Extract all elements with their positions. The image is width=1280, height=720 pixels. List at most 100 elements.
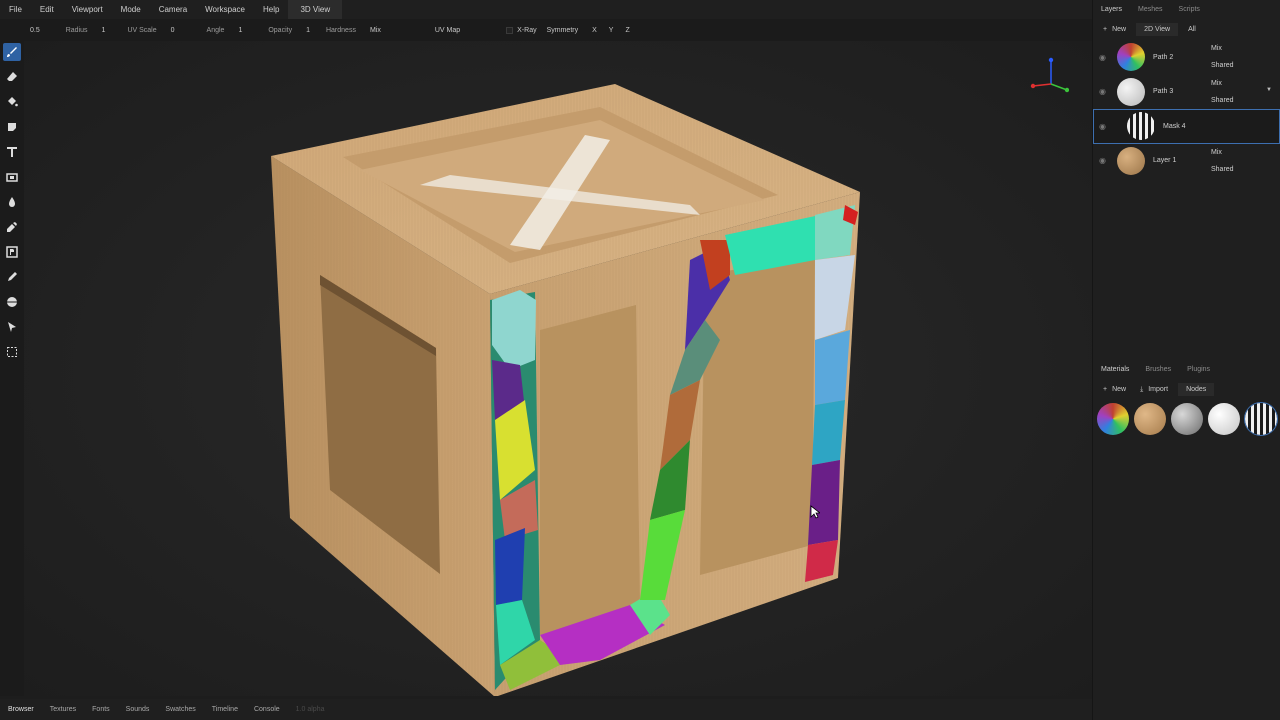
new-layer-button[interactable]: + New xyxy=(1099,23,1130,36)
tab-materials[interactable]: Materials xyxy=(1093,366,1137,373)
tab-console[interactable]: Console xyxy=(246,706,288,713)
angle-label: Angle xyxy=(206,26,225,34)
tab-meshes[interactable]: Meshes xyxy=(1130,6,1171,13)
material-swatch[interactable] xyxy=(1208,403,1240,435)
version-label: 1.0 alpha xyxy=(295,706,325,713)
menu-file[interactable]: File xyxy=(0,5,31,14)
xray-label: X-Ray xyxy=(517,26,537,34)
layer-row[interactable]: ◉ Path 3 Mix Shared ▼ xyxy=(1093,75,1280,110)
tab-fonts[interactable]: Fonts xyxy=(84,706,118,713)
fill-icon[interactable] xyxy=(3,93,21,111)
layer-thumbnail xyxy=(1117,146,1145,175)
import-material-button[interactable]: ⤓ Import xyxy=(1136,383,1172,397)
smudge-icon[interactable] xyxy=(3,218,21,236)
plus-icon: + xyxy=(1103,26,1108,33)
material-swatch[interactable] xyxy=(1171,403,1203,435)
materials-panel: Materials Brushes Plugins + New ⤓ Import N… xyxy=(1093,360,1280,436)
layer-thumbnail xyxy=(1117,43,1145,72)
import-icon: ⤓ xyxy=(1140,385,1144,393)
brush-icon[interactable] xyxy=(3,43,21,61)
layer-mode-select[interactable]: Shared xyxy=(1211,62,1234,69)
uv-scale-value[interactable]: 0 xyxy=(171,27,175,34)
menu-edit[interactable]: Edit xyxy=(31,5,63,14)
opacity-value[interactable]: 1 xyxy=(306,27,310,34)
clone-icon[interactable] xyxy=(3,168,21,186)
materials-toolbar: + New ⤓ Import Nodes xyxy=(1093,379,1280,400)
decal-icon[interactable] xyxy=(3,118,21,136)
filter-all-select[interactable]: All xyxy=(1184,23,1200,36)
tab-swatches[interactable]: Swatches xyxy=(157,706,203,713)
visibility-eye-icon[interactable]: ◉ xyxy=(1099,87,1113,96)
visibility-eye-icon[interactable]: ◉ xyxy=(1099,122,1113,131)
material-swatch[interactable] xyxy=(1244,402,1278,436)
new-material-button[interactable]: + New xyxy=(1099,383,1130,396)
uv-map-select[interactable]: UV Map xyxy=(435,27,460,34)
select-rect-icon[interactable] xyxy=(3,343,21,361)
tab-layers[interactable]: Layers xyxy=(1093,6,1130,13)
menu-viewport[interactable]: Viewport xyxy=(63,5,112,14)
layer-blend-select[interactable]: Mix xyxy=(1211,149,1222,156)
layer-list: ◉ Path 2 Mix Shared ◉ Path 3 Mix Shared ▼ … xyxy=(1093,40,1280,178)
layer-name[interactable]: Path 3 xyxy=(1153,88,1173,95)
eraser-icon[interactable] xyxy=(3,68,21,86)
3d-viewport[interactable] xyxy=(24,41,1092,697)
2d-view-button[interactable]: 2D View xyxy=(1136,23,1179,36)
symmetry-label: Symmetry xyxy=(546,26,579,34)
tab-browser[interactable]: Browser xyxy=(0,706,42,713)
material-swatch[interactable] xyxy=(1097,403,1129,435)
menu-bar: File Edit Viewport Mode Camera Workspace… xyxy=(0,0,1092,19)
tab-3d-view[interactable]: 3D View xyxy=(288,0,343,19)
tab-scripts[interactable]: Scripts xyxy=(1171,6,1208,13)
brush-size-value[interactable]: 0.5 xyxy=(30,27,40,34)
nodes-button[interactable]: Nodes xyxy=(1178,383,1215,396)
tab-brushes[interactable]: Brushes xyxy=(1137,366,1179,373)
layer-thumbnail xyxy=(1117,77,1145,106)
material-list xyxy=(1093,400,1280,436)
blend-select[interactable]: Mix xyxy=(370,27,381,34)
tab-plugins[interactable]: Plugins xyxy=(1179,366,1218,373)
menu-help[interactable]: Help xyxy=(254,5,288,14)
new-material-label: New xyxy=(1112,386,1127,393)
visibility-eye-icon[interactable]: ◉ xyxy=(1099,53,1113,62)
layer-blend-select[interactable]: Mix xyxy=(1211,80,1222,87)
symmetry-z-toggle[interactable]: Z xyxy=(625,27,629,34)
layer-name[interactable]: Mask 4 xyxy=(1163,123,1186,130)
opacity-label: Opacity xyxy=(268,26,293,34)
symmetry-x-toggle[interactable]: X xyxy=(592,27,597,34)
bottom-tabs: Browser Textures Fonts Sounds Swatches T… xyxy=(0,699,1092,720)
menu-mode[interactable]: Mode xyxy=(112,5,150,14)
plus-icon: + xyxy=(1103,386,1108,393)
layer-thumbnail xyxy=(1127,112,1155,141)
tab-sounds[interactable]: Sounds xyxy=(118,706,158,713)
tab-timeline[interactable]: Timeline xyxy=(204,706,246,713)
chevron-down-icon[interactable]: ▼ xyxy=(1266,87,1272,93)
layer-name[interactable]: Layer 1 xyxy=(1153,157,1176,164)
layer-mode-select[interactable]: Shared xyxy=(1211,97,1234,104)
picker-icon[interactable] xyxy=(3,268,21,286)
axis-gizmo-icon[interactable] xyxy=(1029,56,1069,96)
hardness-label: Hardness xyxy=(325,26,356,34)
radius-value[interactable]: 1 xyxy=(102,27,106,34)
bake-icon[interactable] xyxy=(3,243,21,261)
layer-row[interactable]: ◉ Layer 1 Mix Shared xyxy=(1093,144,1280,179)
layer-row[interactable]: ◉ Mask 4 xyxy=(1093,109,1280,144)
menu-camera[interactable]: Camera xyxy=(150,5,196,14)
xray-checkbox[interactable] xyxy=(506,26,514,34)
layer-row[interactable]: ◉ Path 2 Mix Shared xyxy=(1093,40,1280,75)
layer-name[interactable]: Path 2 xyxy=(1153,54,1173,61)
cursor-icon[interactable] xyxy=(3,318,21,336)
sphere-icon[interactable] xyxy=(3,293,21,311)
tab-textures[interactable]: Textures xyxy=(42,706,84,713)
materials-tabs: Materials Brushes Plugins xyxy=(1093,360,1280,379)
material-swatch[interactable] xyxy=(1134,403,1166,435)
layer-blend-select[interactable]: Mix xyxy=(1211,45,1222,52)
menu-workspace[interactable]: Workspace xyxy=(196,5,254,14)
layer-mode-select[interactable]: Shared xyxy=(1211,166,1234,173)
text-icon[interactable] xyxy=(3,143,21,161)
blur-icon[interactable] xyxy=(3,193,21,211)
mouse-cursor-icon xyxy=(810,505,820,519)
angle-value[interactable]: 1 xyxy=(238,27,242,34)
layers-toolbar: + New 2D View All xyxy=(1093,19,1280,40)
visibility-eye-icon[interactable]: ◉ xyxy=(1099,156,1113,165)
symmetry-y-toggle[interactable]: Y xyxy=(609,27,614,34)
